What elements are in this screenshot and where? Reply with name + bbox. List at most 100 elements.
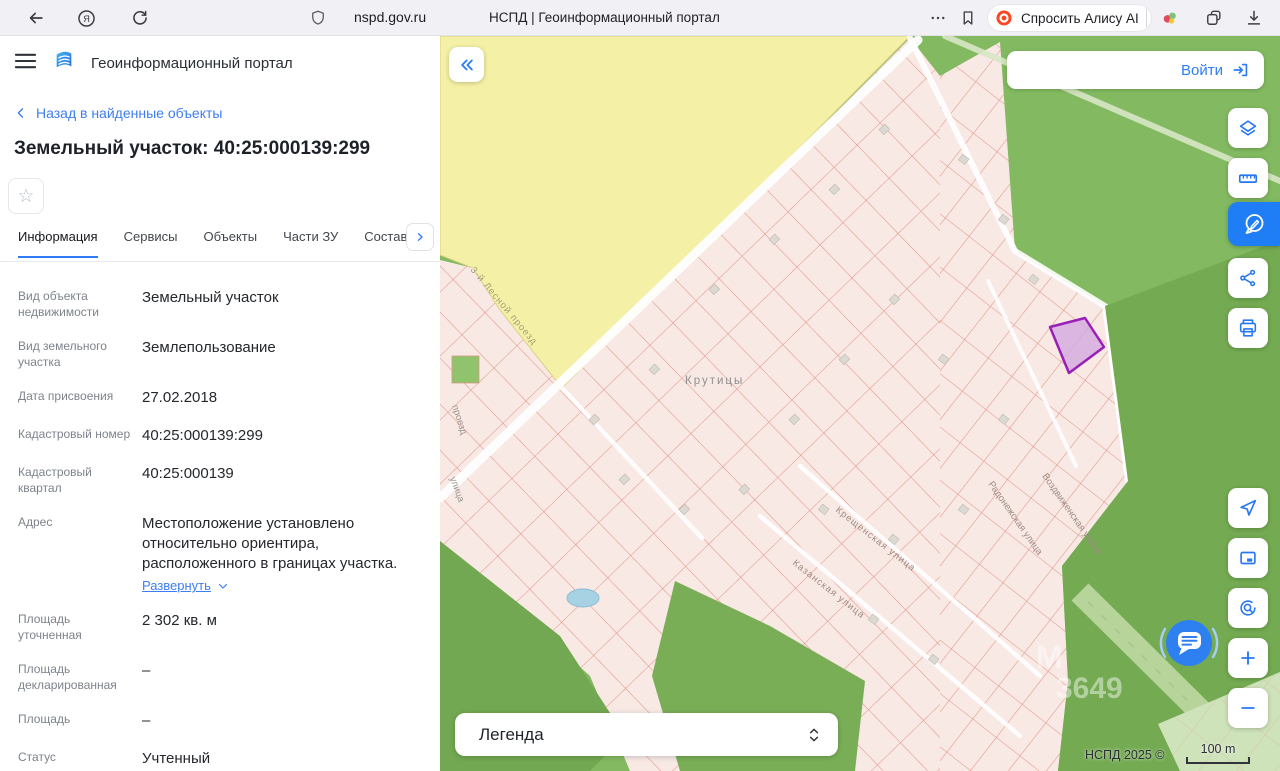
- field-label: Статус: [18, 749, 142, 769]
- page-title: Земельный участок: 40:25:000139:299: [14, 138, 370, 160]
- app-title: Геоинформационный портал: [91, 55, 293, 72]
- field-value: Учтенный: [142, 749, 422, 769]
- svg-text:3649: 3649: [1056, 672, 1123, 705]
- ask-alice-button[interactable]: Спросить Алису AI: [988, 5, 1151, 31]
- more-options-icon[interactable]: [926, 6, 950, 30]
- login-label: Войти: [1181, 62, 1223, 79]
- login-button[interactable]: Войти: [1007, 51, 1264, 89]
- field-row: Площадь декларированная–: [18, 661, 422, 693]
- hamburger-menu-icon[interactable]: [14, 51, 37, 76]
- place-label: Крутицы: [685, 375, 744, 387]
- navigation-arrow-icon: [1237, 497, 1259, 519]
- download-icon[interactable]: [1242, 6, 1266, 30]
- search-on-map-button[interactable]: [1228, 588, 1268, 628]
- field-value: Землепользование: [142, 338, 422, 358]
- address-bar-url[interactable]: nspd.gov.ru: [354, 9, 426, 25]
- field-value: 27.02.2018: [142, 388, 422, 408]
- legend-label: Легенда: [479, 725, 806, 745]
- star-icon: ☆: [17, 185, 34, 208]
- scale-label: 100 m: [1186, 742, 1250, 756]
- overview-map-button[interactable]: [1228, 538, 1268, 578]
- tab-services[interactable]: Сервисы: [124, 229, 178, 256]
- geoportal-logo-icon: [53, 50, 75, 77]
- field-label: Площадь уточненная: [18, 611, 142, 643]
- back-link-label: Назад в найденные объекты: [36, 105, 222, 121]
- object-tabs: Информация Сервисы Объекты Части ЗУ Сост…: [0, 229, 440, 262]
- address-expand-link[interactable]: Развернуть: [142, 578, 422, 593]
- ruler-icon: [1237, 167, 1259, 189]
- field-row: СтатусУчтенный: [18, 749, 422, 769]
- bookmark-icon[interactable]: [956, 6, 980, 30]
- printer-icon: [1237, 317, 1259, 339]
- field-row: Кадастровый квартал40:25:000139: [18, 464, 422, 496]
- my-location-button[interactable]: [1228, 488, 1268, 528]
- field-row: Вид объекта недвижимостиЗемельный участо…: [18, 288, 422, 320]
- field-label: Кадастровый номер: [18, 426, 142, 446]
- field-label: Дата присвоения: [18, 388, 142, 408]
- measure-button[interactable]: [1228, 158, 1268, 198]
- expand-link-label: Развернуть: [142, 578, 211, 593]
- chat-support-button[interactable]: [1157, 611, 1221, 675]
- favorite-star-button[interactable]: ☆: [8, 178, 44, 214]
- browser-back-icon[interactable]: [24, 6, 48, 30]
- field-row: Дата присвоения27.02.2018: [18, 388, 422, 408]
- layers-icon: [1237, 117, 1259, 139]
- legend-toggle[interactable]: Легенда: [455, 713, 838, 756]
- field-label: Площадь: [18, 711, 142, 731]
- attributes-list: Вид объекта недвижимостиЗемельный участо…: [18, 288, 422, 771]
- share-button[interactable]: [1228, 258, 1268, 298]
- login-arrow-icon: [1231, 60, 1251, 80]
- site-security-icon[interactable]: [306, 6, 330, 30]
- svg-text:Я: Я: [83, 14, 90, 24]
- identify-tool-button-active[interactable]: [1228, 202, 1280, 246]
- double-chevron-left-icon: [458, 56, 476, 74]
- field-row: Кадастровый номер40:25:000139:299: [18, 426, 422, 446]
- field-row-address: Адрес Местоположение установлено относит…: [18, 514, 422, 593]
- pen-bubble-icon: [1241, 211, 1267, 237]
- zoom-out-button[interactable]: [1228, 688, 1268, 728]
- ask-alice-label: Спросить Алису AI: [1021, 11, 1139, 26]
- tab-title: НСПД | Геоинформационный портал: [489, 10, 720, 25]
- mini-map-icon: [1237, 547, 1259, 569]
- tab-objects[interactable]: Объекты: [203, 229, 257, 256]
- chevron-down-icon: [217, 580, 229, 592]
- field-value: 40:25:000139:299: [142, 426, 422, 446]
- yandex-profile-icon[interactable]: Я: [74, 6, 98, 30]
- map-viewport: М 3649 Крутицы 3-й Лесной проезд проезд …: [440, 36, 1280, 771]
- field-value: 2 302 кв. м: [142, 611, 422, 631]
- print-button[interactable]: [1228, 308, 1268, 348]
- field-value: 40:25:000139: [142, 464, 422, 484]
- scale-ruler: [1186, 757, 1250, 764]
- alice-icon: [994, 8, 1014, 28]
- tab-composition[interactable]: Состав: [364, 229, 407, 256]
- field-row: Вид земельного участкаЗемлепользование: [18, 338, 422, 370]
- field-value: Земельный участок: [142, 288, 422, 308]
- field-label: Площадь декларированная: [18, 661, 142, 693]
- field-label: Вид земельного участка: [18, 338, 142, 370]
- field-value: –: [142, 661, 422, 681]
- map-canvas[interactable]: М 3649 Крутицы 3-й Лесной проезд проезд …: [440, 36, 1280, 771]
- tab-information[interactable]: Информация: [18, 229, 98, 258]
- field-label: Адрес: [18, 514, 142, 593]
- map-attribution: НСПД 2025 ©: [1085, 748, 1164, 762]
- tabs-panel-icon[interactable]: [1202, 6, 1226, 30]
- svg-text:М: М: [1036, 639, 1063, 675]
- application-window: Я nspd.gov.ru НСПД | Геоинформационный п…: [0, 0, 1280, 771]
- back-to-results-link[interactable]: Назад в найденные объекты: [14, 105, 222, 121]
- toolbar-divider: [1146, 9, 1147, 27]
- reload-icon[interactable]: [128, 6, 152, 30]
- back-chevron-icon: [14, 106, 28, 120]
- collapse-panel-button[interactable]: [449, 47, 484, 82]
- object-info-panel: Геоинформационный портал Назад в найденн…: [0, 36, 440, 771]
- field-label: Кадастровый квартал: [18, 464, 142, 496]
- expand-collapse-icon: [806, 726, 822, 744]
- layers-button[interactable]: [1228, 108, 1268, 148]
- scale-bar: 100 m: [1186, 742, 1250, 764]
- pond: [567, 589, 599, 607]
- tab-parts[interactable]: Части ЗУ: [283, 229, 338, 256]
- tabs-scroll-right-button[interactable]: [406, 223, 434, 251]
- field-value: –: [142, 711, 422, 731]
- colorful-extension-icon[interactable]: [1158, 6, 1182, 30]
- minus-icon: [1238, 698, 1258, 718]
- zoom-in-button[interactable]: [1228, 638, 1268, 678]
